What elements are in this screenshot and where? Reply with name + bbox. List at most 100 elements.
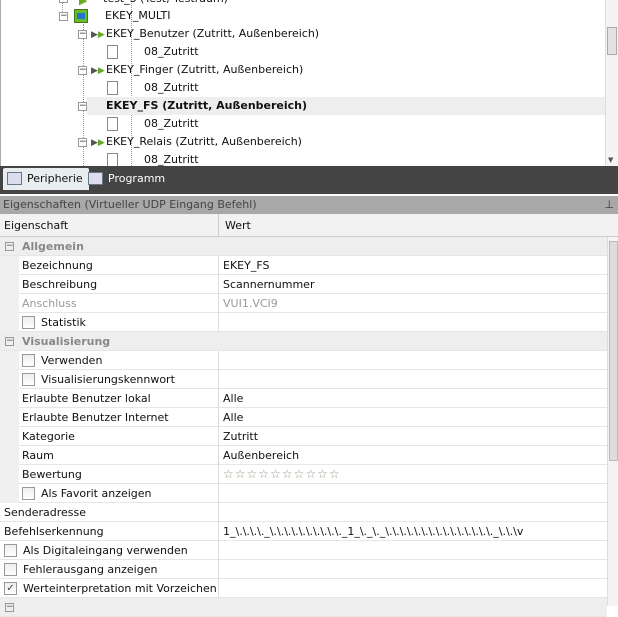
property-row[interactable]: Visualisierungskennwort: [0, 370, 607, 389]
properties-title: Eigenschaften (Virtueller UDP Eingang Be…: [3, 198, 257, 211]
tree-item-ekey-fs[interactable]: − ▶▶ EKEY_FS (Zutritt, Außenbereich): [78, 97, 605, 115]
property-row[interactable]: Statistik: [0, 313, 607, 332]
programm-icon: [88, 172, 103, 185]
property-key: Statistik: [41, 316, 86, 329]
udp-input-icon: ▶▶: [91, 138, 105, 148]
expand-icon[interactable]: −: [5, 603, 14, 612]
property-row[interactable]: Senderadresse: [0, 503, 607, 522]
property-value[interactable]: 1_\.\.\.\._\.\.\.\.\.\.\.\.\.\._1_\._\._…: [223, 522, 523, 541]
collapse-icon[interactable]: −: [78, 66, 87, 75]
tab-peripherie[interactable]: Peripherie: [3, 168, 89, 190]
star-icon[interactable]: ☆: [270, 467, 282, 481]
scrollbar-thumb[interactable]: [609, 241, 618, 461]
rating[interactable]: ☆☆☆☆☆☆☆☆☆☆: [223, 465, 341, 484]
property-group[interactable]: − Visualisierung: [0, 332, 607, 351]
star-icon[interactable]: ☆: [235, 467, 247, 481]
collapse-icon[interactable]: −: [78, 138, 87, 147]
property-key: Als Digitaleingang verwenden: [23, 544, 188, 557]
document-icon: [107, 117, 118, 131]
property-row[interactable]: Fehlerausgang anzeigen: [0, 560, 607, 579]
property-grid: − Allgemein Bezeichnung EKEY_FS Beschreibung…: [0, 237, 607, 617]
star-icon[interactable]: ☆: [305, 467, 317, 481]
property-key: Befehlserkennung: [4, 525, 104, 538]
star-icon[interactable]: ☆: [282, 467, 294, 481]
property-row[interactable]: Erlaubte Benutzer Internet Alle: [0, 408, 607, 427]
property-row[interactable]: Als Digitaleingang verwenden: [0, 541, 607, 560]
checkbox[interactable]: [22, 487, 35, 500]
property-row[interactable]: ✓ Werteinterpretation mit Vorzeichen: [0, 579, 607, 598]
collapse-icon[interactable]: −: [78, 102, 87, 111]
property-key: Erlaubte Benutzer Internet: [22, 411, 169, 424]
checkbox[interactable]: [22, 316, 35, 329]
device-tree[interactable]: + ▶ test_3 (Test, Testraum) − EKEY_MULTI…: [0, 0, 618, 166]
property-row[interactable]: Befehlserkennung 1_\.\.\.\._\.\.\.\.\.\.\…: [0, 522, 607, 541]
column-eigenschaft[interactable]: Eigenschaft: [4, 214, 68, 237]
property-row[interactable]: Erlaubte Benutzer lokal Alle: [0, 389, 607, 408]
udp-input-icon: ▶▶: [91, 66, 105, 76]
property-key: Beschreibung: [22, 278, 98, 291]
property-group[interactable]: − Allgemein: [0, 237, 607, 256]
star-icon[interactable]: ☆: [223, 467, 235, 481]
group-label: Visualisierung: [22, 335, 111, 348]
property-row[interactable]: Raum Außenbereich: [0, 446, 607, 465]
property-row[interactable]: Verwenden: [0, 351, 607, 370]
property-value[interactable]: Alle: [223, 408, 243, 427]
property-key: Anschluss: [22, 297, 77, 310]
property-value[interactable]: Scannernummer: [223, 275, 314, 294]
star-icon[interactable]: ☆: [317, 467, 329, 481]
property-key: Senderadresse: [4, 506, 86, 519]
property-key: Kategorie: [22, 430, 75, 443]
star-icon[interactable]: ☆: [294, 467, 306, 481]
peripherie-icon: [7, 172, 22, 185]
group-label: Allgemein: [22, 240, 84, 253]
property-value[interactable]: EKEY_FS: [223, 256, 269, 275]
checkbox[interactable]: [4, 563, 17, 576]
property-value[interactable]: Außenbereich: [223, 446, 299, 465]
column-wert[interactable]: Wert: [225, 214, 251, 237]
star-icon[interactable]: ☆: [247, 467, 259, 481]
pin-icon[interactable]: ⊥: [604, 196, 614, 214]
property-key: Bewertung: [22, 468, 82, 481]
checkbox[interactable]: ✓: [4, 582, 17, 595]
property-group[interactable]: −: [0, 598, 607, 617]
scrollbar-thumb[interactable]: [607, 27, 617, 55]
property-key: Raum: [22, 449, 54, 462]
property-row[interactable]: Bewertung ☆☆☆☆☆☆☆☆☆☆: [0, 465, 607, 484]
property-row[interactable]: Kategorie Zutritt: [0, 427, 607, 446]
module-icon: [74, 9, 88, 23]
document-icon: [107, 81, 118, 95]
property-key: Als Favorit anzeigen: [41, 487, 152, 500]
property-value[interactable]: VUI1.VCI9: [223, 294, 278, 313]
star-icon[interactable]: ☆: [258, 467, 270, 481]
property-row[interactable]: Bezeichnung EKEY_FS: [0, 256, 607, 275]
tree-scrollbar[interactable]: ▼: [605, 0, 618, 166]
collapse-icon[interactable]: −: [5, 242, 14, 251]
document-icon: [107, 45, 118, 59]
tab-programm[interactable]: Programm: [84, 168, 171, 190]
property-row[interactable]: Anschluss VUI1.VCI9: [0, 294, 607, 313]
collapse-icon[interactable]: −: [5, 337, 14, 346]
properties-column-header: Eigenschaft Wert: [0, 214, 618, 237]
property-key: Fehlerausgang anzeigen: [23, 563, 158, 576]
property-key: Werteinterpretation mit Vorzeichen: [23, 582, 217, 595]
collapse-icon[interactable]: −: [78, 30, 87, 39]
property-row[interactable]: Beschreibung Scannernummer: [0, 275, 607, 294]
udp-input-icon: ▶▶: [91, 30, 105, 40]
tab-bar: Peripherie Programm: [0, 166, 618, 194]
checkbox[interactable]: [4, 544, 17, 557]
property-key: Bezeichnung: [22, 259, 93, 272]
checkbox[interactable]: [22, 354, 35, 367]
checkbox[interactable]: [22, 373, 35, 386]
scroll-down-icon[interactable]: ▼: [608, 156, 613, 164]
property-value[interactable]: Alle: [223, 389, 243, 408]
properties-scrollbar[interactable]: [607, 237, 618, 606]
property-key: Verwenden: [41, 354, 103, 367]
property-key: Visualisierungskennwort: [41, 373, 175, 386]
document-icon: [107, 153, 118, 166]
star-icon[interactable]: ☆: [329, 467, 341, 481]
collapse-icon[interactable]: −: [59, 12, 68, 21]
property-row[interactable]: Als Favorit anzeigen: [0, 484, 607, 503]
property-value[interactable]: Zutritt: [223, 427, 258, 446]
property-key: Erlaubte Benutzer lokal: [22, 392, 151, 405]
properties-title-bar: Eigenschaften (Virtueller UDP Eingang Be…: [0, 196, 618, 214]
